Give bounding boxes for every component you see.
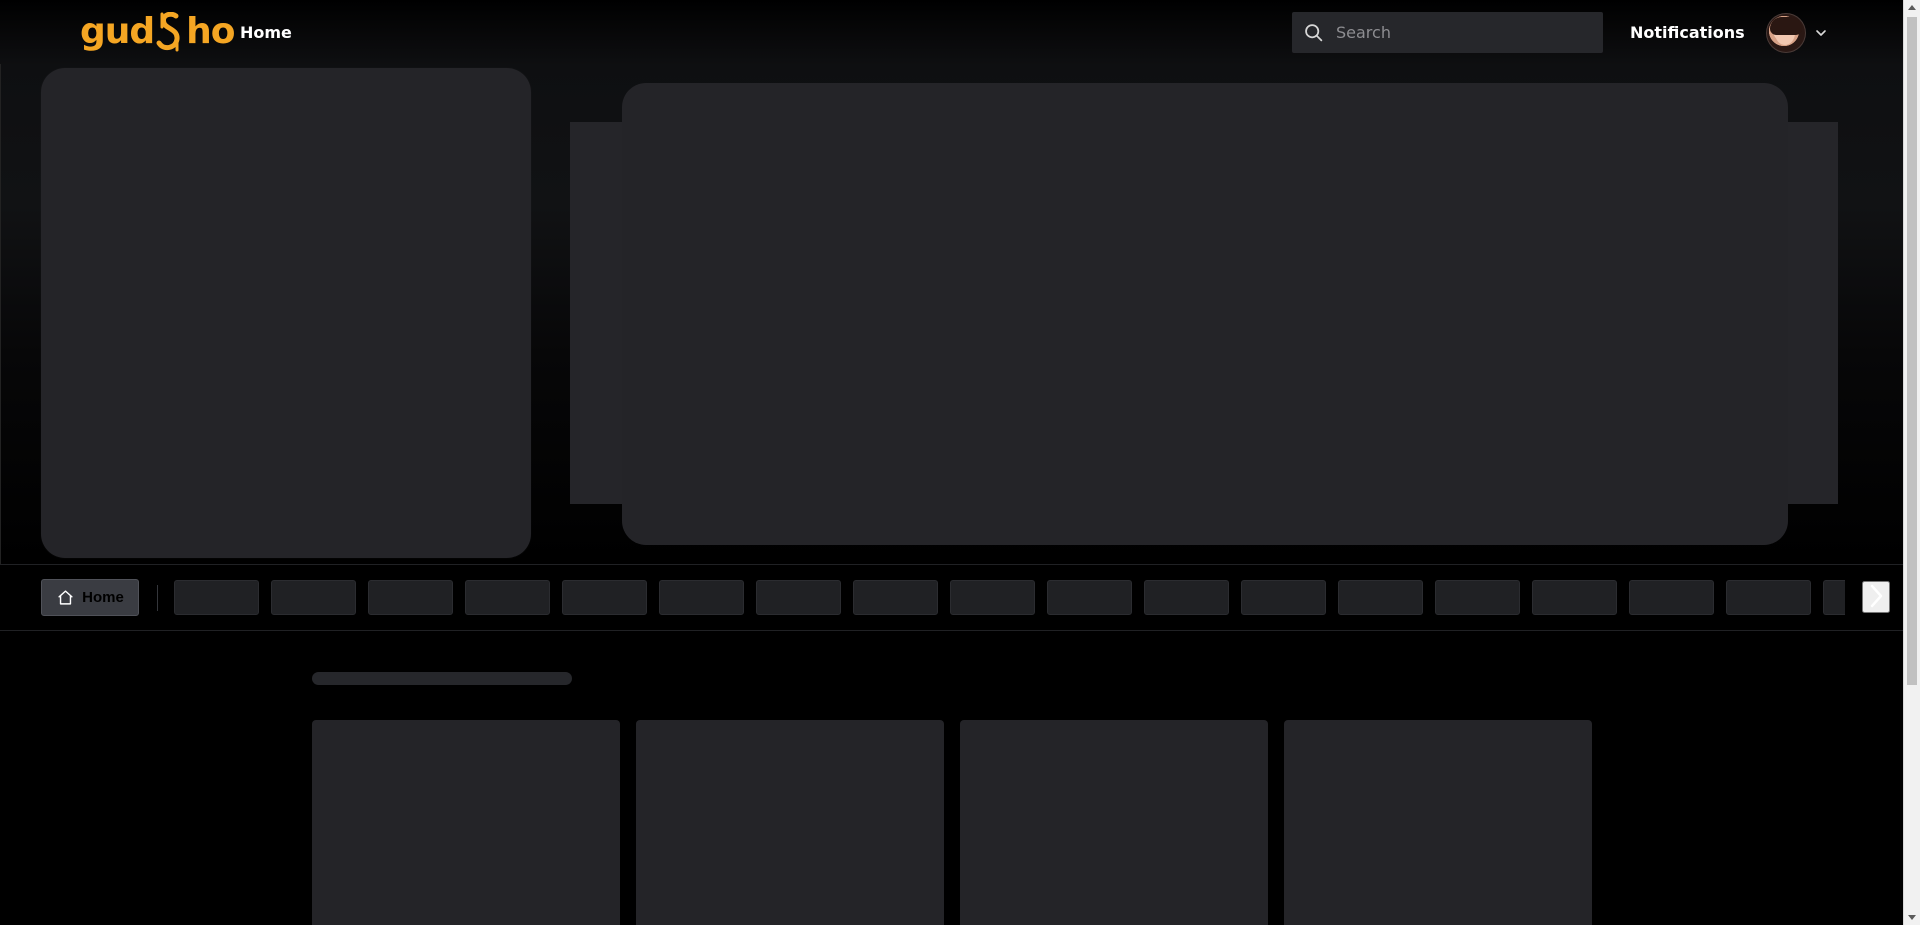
category-chip-skeleton[interactable] — [853, 580, 938, 615]
section-title-skeleton — [312, 672, 572, 685]
category-chip-skeleton[interactable] — [950, 580, 1035, 615]
category-chip-skeleton[interactable] — [1338, 580, 1423, 615]
gudsho-home-page: gud ho Home Notifications — [0, 0, 1920, 925]
category-chip-skeleton[interactable] — [562, 580, 647, 615]
category-chip-skeleton[interactable] — [1726, 580, 1811, 615]
home-icon — [56, 589, 74, 607]
profile-menu[interactable] — [1766, 12, 1828, 54]
next-categories-button[interactable] — [1862, 581, 1890, 613]
category-chip-skeleton[interactable] — [659, 580, 744, 615]
category-chip-skeleton[interactable] — [756, 580, 841, 615]
category-chip-skeleton[interactable] — [1047, 580, 1132, 615]
category-chip-skeleton[interactable] — [1629, 580, 1714, 615]
scrollbar-thumb[interactable] — [1907, 17, 1917, 685]
vertical-scrollbar[interactable] — [1903, 0, 1920, 925]
scroll-down-icon[interactable] — [1908, 915, 1916, 920]
category-chip-skeleton[interactable] — [465, 580, 550, 615]
category-chip-skeleton[interactable] — [368, 580, 453, 615]
avatar[interactable] — [1766, 13, 1806, 53]
content-card-skeleton[interactable] — [636, 720, 944, 925]
chevron-down-icon[interactable] — [1814, 26, 1828, 40]
content-card-skeleton[interactable] — [960, 720, 1268, 925]
top-navigation: gud ho Home Notifications — [0, 0, 1903, 64]
category-chip-skeleton[interactable] — [1532, 580, 1617, 615]
home-chip-label: Home — [82, 589, 124, 606]
category-chip-skeleton[interactable] — [174, 580, 259, 615]
content-card-skeleton[interactable] — [312, 720, 620, 925]
category-chip-skeleton-partial[interactable] — [1823, 580, 1845, 615]
home-category-chip[interactable]: Home — [41, 579, 139, 616]
chevron-right-icon — [1866, 582, 1886, 613]
hero-poster-skeleton — [41, 68, 531, 558]
hero-main-card-skeleton — [622, 83, 1788, 545]
category-chip-skeleton[interactable] — [1144, 580, 1229, 615]
search-input[interactable] — [1334, 11, 1603, 54]
logo-text-gud: gud — [80, 11, 155, 52]
gudsho-logo[interactable]: gud ho — [80, 7, 236, 57]
category-chip-skeleton[interactable] — [271, 580, 356, 615]
nav-home-link[interactable]: Home — [240, 21, 292, 45]
category-chip-skeleton[interactable] — [1435, 580, 1520, 615]
logo-s-mark — [155, 12, 185, 52]
content-card-skeleton[interactable] — [1284, 720, 1592, 925]
scroll-up-icon[interactable] — [1908, 5, 1916, 10]
category-chip-skeleton[interactable] — [1241, 580, 1326, 615]
notifications-link[interactable]: Notifications — [1630, 22, 1745, 44]
search-icon — [1302, 22, 1324, 44]
logo-text-ho: ho — [186, 11, 235, 52]
search-box[interactable] — [1292, 11, 1603, 54]
chip-divider — [157, 585, 158, 611]
